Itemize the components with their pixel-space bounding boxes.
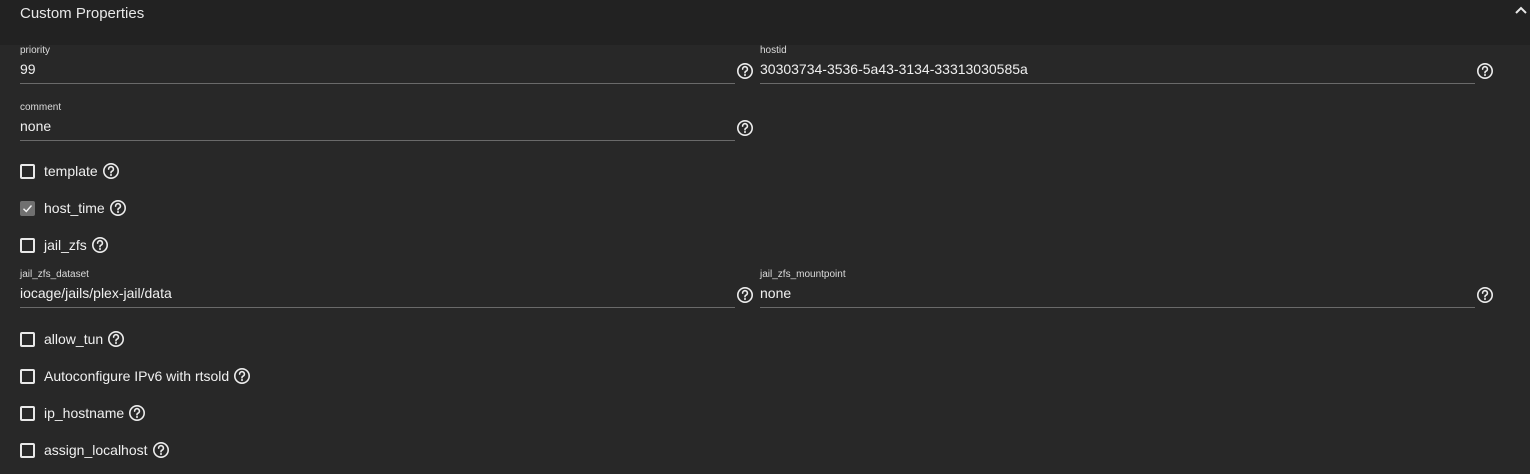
checkbox-assign-localhost[interactable]: assign_localhost — [20, 440, 170, 460]
priority-label: priority — [20, 45, 51, 56]
help-circle-icon[interactable] — [233, 367, 251, 385]
ip-hostname-checkbox-label: ip_hostname — [44, 405, 125, 421]
help-circle-icon[interactable] — [736, 119, 754, 137]
jail-zfs-dataset-input[interactable]: iocage/jails/plex-jail/data — [20, 285, 172, 301]
assign-localhost-checkbox-label: assign_localhost — [44, 442, 148, 458]
chevron-up-icon[interactable] — [1514, 3, 1528, 17]
checkmark-icon — [23, 204, 33, 213]
allow-tun-checkbox[interactable] — [20, 331, 35, 347]
help-circle-icon[interactable] — [102, 162, 120, 180]
priority-underline — [20, 83, 735, 84]
help-circle-icon[interactable] — [107, 330, 125, 348]
help-circle-icon[interactable] — [91, 236, 109, 254]
hostid-field[interactable]: hostid 30303734-3536-5a43-3134-333130305… — [760, 45, 1475, 87]
jail-zfs-mountpoint-input[interactable]: none — [760, 285, 791, 301]
allow-tun-checkbox-label: allow_tun — [44, 331, 104, 347]
template-checkbox[interactable] — [20, 163, 35, 179]
help-circle-icon[interactable] — [152, 441, 170, 459]
jail-zfs-dataset-underline — [20, 307, 735, 308]
jail-zfs-mountpoint-label: jail_zfs_mountpoint — [760, 269, 846, 280]
autoconfigure-ipv6-checkbox-label: Autoconfigure IPv6 with rtsold — [44, 368, 230, 384]
host-time-checkbox-label: host_time — [44, 200, 105, 216]
checkbox-ip-hostname[interactable]: ip_hostname — [20, 403, 146, 423]
jail-zfs-checkbox[interactable] — [20, 237, 35, 253]
help-circle-icon[interactable] — [1476, 286, 1494, 304]
assign-localhost-checkbox[interactable] — [20, 442, 35, 458]
hostid-underline — [760, 83, 1475, 84]
autoconfigure-ipv6-checkbox[interactable] — [20, 368, 35, 384]
checkbox-jail-zfs[interactable]: jail_zfs — [20, 235, 109, 255]
template-checkbox-label: template — [44, 163, 98, 179]
comment-underline — [20, 140, 735, 141]
panel-title: Custom Properties — [20, 5, 145, 22]
jail-zfs-dataset-label: jail_zfs_dataset — [20, 269, 89, 280]
checkbox-host-time[interactable]: host_time — [20, 198, 127, 218]
checkbox-allow-tun[interactable]: allow_tun — [20, 329, 125, 349]
panel-header[interactable]: Custom Properties — [0, 0, 1530, 45]
priority-input[interactable]: 99 — [20, 61, 36, 77]
comment-field[interactable]: comment none — [20, 102, 735, 144]
jail-zfs-checkbox-label: jail_zfs — [44, 237, 87, 253]
help-circle-icon[interactable] — [128, 404, 146, 422]
host-time-checkbox[interactable] — [20, 200, 35, 216]
checkbox-template[interactable]: template — [20, 161, 120, 181]
jail-zfs-dataset-field[interactable]: jail_zfs_dataset iocage/jails/plex-jail/… — [20, 269, 735, 311]
help-circle-icon[interactable] — [109, 199, 127, 217]
help-circle-icon[interactable] — [736, 286, 754, 304]
ip-hostname-checkbox[interactable] — [20, 405, 35, 421]
help-circle-icon[interactable] — [736, 62, 754, 80]
jail-zfs-mountpoint-field[interactable]: jail_zfs_mountpoint none — [760, 269, 1475, 311]
help-circle-icon[interactable] — [1476, 62, 1494, 80]
priority-field[interactable]: priority 99 — [20, 45, 735, 87]
comment-input[interactable]: none — [20, 118, 51, 134]
hostid-label: hostid — [760, 45, 787, 56]
comment-label: comment — [20, 102, 62, 113]
jail-zfs-mountpoint-underline — [760, 307, 1475, 308]
checkbox-autoconfigure-ipv6[interactable]: Autoconfigure IPv6 with rtsold — [20, 366, 251, 386]
hostid-input[interactable]: 30303734-3536-5a43-3134-33313030585a — [760, 61, 1028, 77]
